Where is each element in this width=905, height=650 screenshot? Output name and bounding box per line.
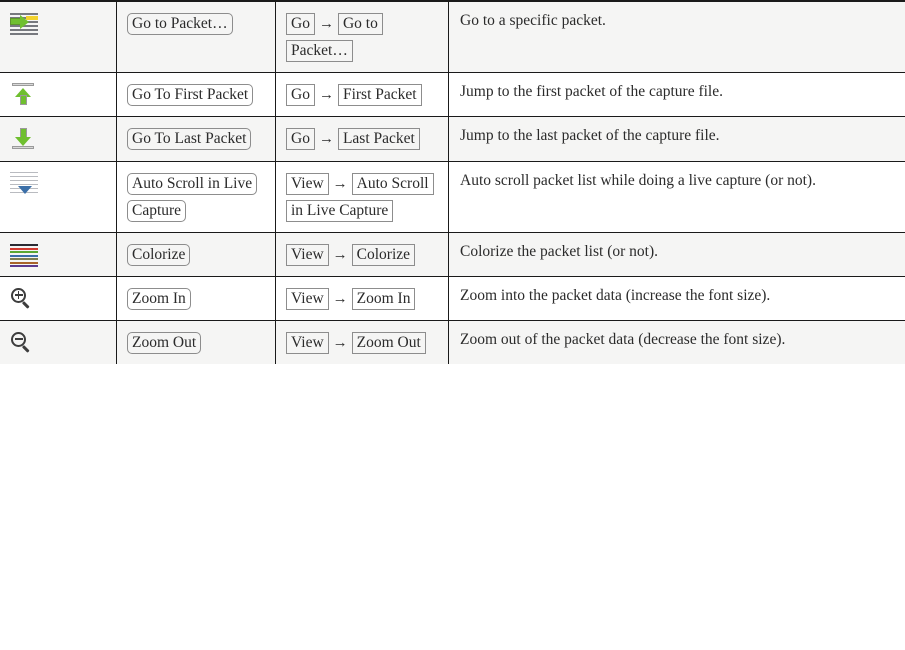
description-cell: Jump to the last packet of the capture f… [448,116,905,161]
description-text: Zoom out of the packet data (decrease th… [460,331,786,348]
toolbar-button-cell: Colorize [116,231,276,277]
toolbar-button-chip[interactable]: Auto Scroll in Live Capture [127,172,258,222]
description-text: Zoom into the packet data (increase the … [460,286,771,304]
go-to-last-packet-icon [10,126,40,152]
menu-chip-top[interactable]: View [286,332,329,354]
menu-chip-item[interactable]: Zoom In [351,287,416,310]
description-cell: Go to a specific packet. [448,0,905,73]
menu-arrow-icon: → [318,16,334,32]
description-text: Jump to the last packet of the capture f… [460,127,720,145]
menu-chip-top[interactable]: View [286,287,329,310]
menu-chip-item[interactable]: Colorize [351,243,416,266]
magnifier-glyph [11,332,37,356]
toolbar-button-chip[interactable]: Zoom Out [127,332,202,354]
table-body: Go to Packet… Go → Go to Packet… Go to a s… [0,0,905,365]
toolbar-button-cell: Go to Packet… [116,0,276,73]
menu-path-cell: View → Zoom Out [275,320,449,365]
icon-cell [0,0,117,73]
toolbar-button-cell: Zoom In [116,275,276,321]
green-down-arrow-glyph [15,128,31,147]
menu-path-cell: Go → Last Packet [275,116,449,161]
go-to-packet-icon [10,11,40,37]
menu-arrow-icon: → [318,87,334,104]
icon-cell [0,275,117,321]
top-bar-glyph [12,83,34,87]
description-text: Jump to the first packet of the capture … [460,83,723,101]
toolbar-button-chip[interactable]: Go to Packet… [127,13,233,35]
toolbar-reference-table: Go to Packet… Go → Go to Packet… Go to a s… [0,0,905,365]
description-cell: Jump to the first packet of the capture … [448,72,905,117]
description-text: Colorize the packet list (or not). [460,242,658,260]
menu-chip-item[interactable]: Last Packet [337,128,420,151]
toolbar-button-chip[interactable]: Go To Last Packet [127,128,252,151]
menu-chip-top[interactable]: Go [286,84,315,107]
icon-cell [0,72,117,117]
menu-chip-top[interactable]: View [286,172,329,195]
table-row: Go to Packet… Go → Go to Packet… Go to a s… [0,0,905,73]
icon-cell [0,320,117,365]
color-stripes-glyph [10,242,38,267]
description-cell: Auto scroll packet list while doing a li… [448,160,905,233]
menu-chip-top[interactable]: Go [286,13,315,35]
menu-arrow-icon: → [318,131,334,148]
menu-chip-item[interactable]: First Packet [337,84,422,107]
magnifier-glyph [11,287,37,312]
auto-scroll-icon [10,171,40,197]
menu-arrow-icon: → [332,335,348,351]
menu-path-cell: View → Zoom In [275,275,449,321]
toolbar-button-chip[interactable]: Zoom In [127,287,191,310]
table-row: Go To First Packet Go → First Packet Jump … [0,72,905,117]
go-to-first-packet-icon [10,82,40,108]
description-cell: Colorize the packet list (or not). [448,231,905,277]
icon-cell [0,116,117,161]
table-row: Zoom Out View → Zoom Out Zoom out of the p… [0,320,905,365]
toolbar-button-cell: Zoom Out [116,320,276,365]
description-cell: Zoom into the packet data (increase the … [448,275,905,321]
menu-path-cell: View → Colorize [275,231,449,277]
menu-path-cell: Go → First Packet [275,72,449,117]
table-row: Colorize View → Colorize Colorize the pack… [0,231,905,277]
description-text: Auto scroll packet list while doing a li… [460,171,816,189]
icon-cell [0,231,117,277]
menu-chip-item[interactable]: Zoom Out [351,332,426,354]
toolbar-button-chip[interactable]: Colorize [127,243,191,266]
toolbar-button-chip[interactable]: Go To First Packet [127,84,254,107]
toolbar-button-cell: Go To First Packet [116,72,276,117]
menu-path-cell: View → Auto Scroll in Live Capture [275,160,449,233]
table-row: Auto Scroll in Live Capture View → Auto Sc… [0,160,905,233]
icon-cell [0,160,117,233]
bottom-bar-glyph [12,146,34,150]
menu-chip-top[interactable]: View [286,243,329,266]
toolbar-button-cell: Auto Scroll in Live Capture [116,160,276,233]
menu-path-cell: Go → Go to Packet… [275,0,449,73]
toolbar-button-cell: Go To Last Packet [116,116,276,161]
description-cell: Zoom out of the packet data (decrease th… [448,320,905,365]
blue-down-triangle-glyph [18,185,32,194]
table-row: Go To Last Packet Go → Last Packet Jump to… [0,116,905,161]
zoom-in-icon [10,286,40,312]
zoom-out-icon [10,330,40,356]
menu-arrow-icon: → [332,246,348,263]
menu-chip-top[interactable]: Go [286,128,315,151]
menu-arrow-icon: → [332,175,348,192]
menu-arrow-icon: → [332,290,348,307]
description-text: Go to a specific packet. [460,12,606,29]
green-up-arrow-glyph [15,88,31,106]
table-row: Zoom In View → Zoom In Zoom into the packe… [0,275,905,321]
colorize-icon [10,242,40,268]
